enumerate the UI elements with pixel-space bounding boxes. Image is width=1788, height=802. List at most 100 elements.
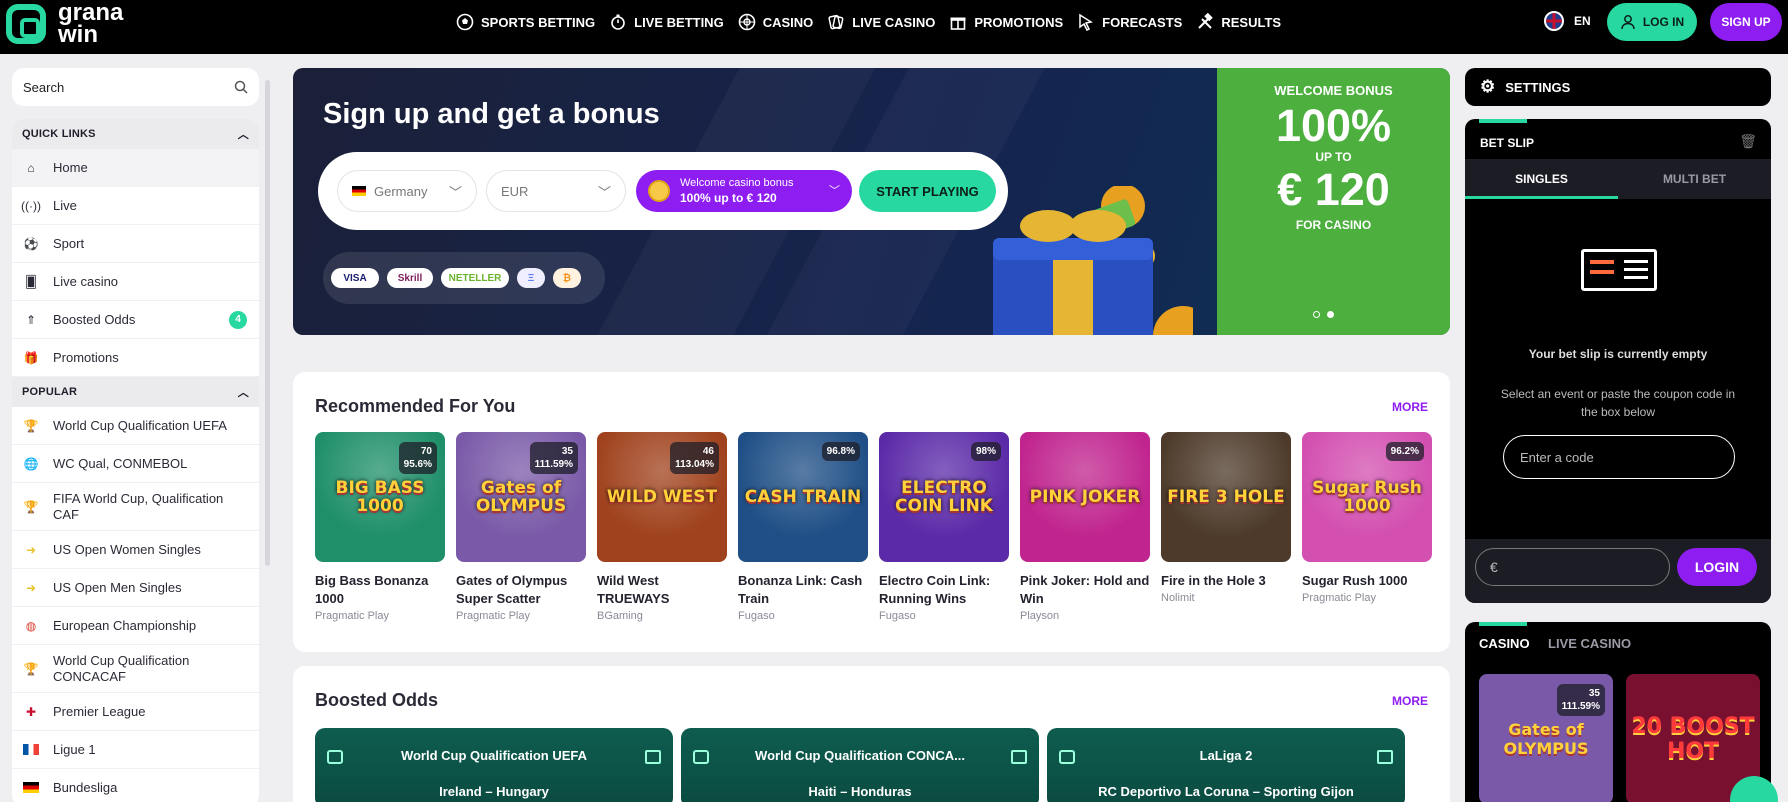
search-icon (234, 80, 248, 94)
logo-text-line2: win (58, 21, 98, 48)
bet-slip-hint: Select an event or paste the coupon code… (1500, 387, 1736, 419)
game-name[interactable]: Gates of Olympus Super Scatter (456, 572, 586, 608)
sidebar-item-sport[interactable]: ⚽ Sport (12, 225, 259, 263)
game-card[interactable]: 46 113.04% WILD WEST Wild West TRUEWAYS BGam… (597, 432, 727, 622)
sidebar-item-european-championship[interactable]: ◍ European Championship (12, 607, 259, 645)
sidebar-item-wcq-uefa[interactable]: 🏆 World Cup Qualification UEFA (12, 407, 259, 445)
game-thumbnail[interactable]: 96.2% Sugar Rush 1000 (1302, 432, 1432, 562)
trash-icon[interactable]: 🗑 (1739, 133, 1757, 150)
sidebar-item-home[interactable]: ⌂ Home (12, 149, 259, 187)
settings-button[interactable]: ⚙ SETTINGS (1465, 68, 1771, 106)
sidebar-item-label: FIFA World Cup, Qualification CAF (53, 490, 224, 522)
game-card[interactable]: 98% ELECTRO COIN LINK Electro Coin Link: R… (879, 432, 1009, 622)
game-name[interactable]: Fire in the Hole 3 (1161, 572, 1291, 590)
chevron-down-icon: ﹀ (829, 184, 840, 197)
game-card[interactable]: PINK JOKER Pink Joker: Hold and Win Playso… (1020, 432, 1150, 622)
carousel-dot-active[interactable] (1327, 311, 1334, 318)
game-thumbnail[interactable]: PINK JOKER (1020, 432, 1150, 562)
game-thumbnail[interactable]: 98% ELECTRO COIN LINK (879, 432, 1009, 562)
game-card[interactable]: 96.2% Sugar Rush 1000 Sugar Rush 1000 Pragm… (1302, 432, 1432, 622)
nav-live-casino[interactable]: LIVE CASINO (827, 13, 935, 31)
boosted-odds-card[interactable]: LaLiga 2 RC Deportivo La Coruna – Sporti… (1047, 728, 1405, 802)
welcome-bonus-panel[interactable]: WELCOME BONUS 100% UP TO € 120 FOR CASIN… (1217, 68, 1450, 335)
stake-amount-input[interactable]: € (1475, 548, 1670, 586)
sidebar-item-ligue-1[interactable]: Ligue 1 (12, 731, 259, 769)
game-card[interactable]: 35 111.59% Gates of OLYMPUS Gates of Olympu… (456, 432, 586, 622)
nav-label: CASINO (762, 14, 814, 30)
league-name: LaLiga 2 (1199, 748, 1253, 763)
sidebar-item-wc-conmebol[interactable]: 🌐 WC Qual, CONMEBOL (12, 445, 259, 483)
nav-promotions[interactable]: PROMOTIONS (949, 13, 1063, 31)
game-art-text: 20 BOOST HOT (1631, 714, 1755, 764)
boosted-odds-card[interactable]: World Cup Qualification CONCA... Haiti –… (681, 728, 1039, 802)
stats-icon[interactable] (1377, 750, 1393, 764)
signup-button[interactable]: SIGN UP (1710, 3, 1782, 41)
quick-links-header[interactable]: QUICK LINKS ︿ (12, 119, 259, 149)
nav-forecasts[interactable]: FORECASTS (1077, 13, 1182, 31)
game-name[interactable]: Big Bass Bonanza 1000 (315, 572, 445, 608)
sidebar-item-us-open-men[interactable]: ➜ US Open Men Singles (12, 569, 259, 607)
sidebar-item-wcq-concacaf[interactable]: 🏆 World Cup Qualification CONCACAF (12, 645, 259, 693)
tab-singles[interactable]: SINGLES (1465, 159, 1618, 199)
game-name[interactable]: Sugar Rush 1000 (1302, 572, 1432, 590)
sidebar-item-promotions[interactable]: 🎁 Promotions (12, 339, 259, 377)
rtp-value: 113.04% (675, 459, 714, 470)
game-card[interactable]: 96.8% CASH TRAIN Bonanza Link: Cash Train F… (738, 432, 868, 622)
casino-game-thumb[interactable]: 35 111.59% Gates of OLYMPUS (1479, 674, 1613, 802)
sidebar-item-us-open-women[interactable]: ➜ US Open Women Singles (12, 531, 259, 569)
gift-box-illustration (993, 186, 1193, 335)
game-card[interactable]: 70 95.6% BIG BASS 1000 Big Bass Bonanza 100… (315, 432, 445, 622)
sidebar-item-live-casino[interactable]: 🂠 Live casino (12, 263, 259, 301)
tab-multi-bet[interactable]: MULTI BET (1618, 159, 1771, 199)
stats-icon[interactable] (1011, 750, 1027, 764)
sidebar-item-premier-league[interactable]: ✚ Premier League (12, 693, 259, 731)
boosted-odds-section: Boosted Odds MORE World Cup Qualificatio… (293, 666, 1450, 802)
carousel-dot[interactable] (1313, 311, 1320, 318)
stats-icon[interactable] (645, 750, 661, 764)
bet-slip-tabs: SINGLES MULTI BET (1465, 159, 1771, 199)
game-name[interactable]: Electro Coin Link: Running Wins (879, 572, 1009, 608)
sidebar-item-fifa-caf[interactable]: 🏆 FIFA World Cup, Qualification CAF (12, 483, 259, 531)
more-link[interactable]: MORE (1392, 694, 1428, 708)
game-card[interactable]: FIRE 3 HOLE Fire in the Hole 3 Nolimit (1161, 432, 1291, 622)
bonus-select[interactable]: Welcome casino bonus 100% up to € 120 ﹀ (636, 170, 852, 212)
login-button[interactable]: LOG IN (1607, 3, 1697, 41)
nav-sports-betting[interactable]: SPORTS BETTING (456, 13, 595, 31)
game-provider: Nolimit (1161, 592, 1195, 604)
sidebar-item-boosted-odds[interactable]: ⇑ Boosted Odds 4 (12, 301, 259, 339)
nav-live-betting[interactable]: LIVE BETTING (609, 13, 724, 31)
game-name[interactable]: Pink Joker: Hold and Win (1020, 572, 1150, 608)
game-thumbnail[interactable]: 70 95.6% BIG BASS 1000 (315, 432, 445, 562)
sidebar-item-label: Live (53, 198, 77, 213)
tab-live-casino[interactable]: LIVE CASINO (1548, 636, 1631, 651)
bet-slip-login-button[interactable]: LOGIN (1677, 548, 1757, 586)
sidebar-item-live[interactable]: ((·)) Live (12, 187, 259, 225)
nav-results[interactable]: RESULTS (1196, 13, 1281, 31)
boosted-odds-card[interactable]: World Cup Qualification UEFA Ireland – H… (315, 728, 673, 802)
game-thumbnail[interactable]: 96.8% CASH TRAIN (738, 432, 868, 562)
match-name: Ireland – Hungary (439, 784, 549, 799)
popular-header[interactable]: POPULAR ︿ (12, 377, 259, 407)
currency-select[interactable]: EUR ﹀ (486, 170, 626, 212)
game-name[interactable]: Wild West TRUEWAYS (597, 572, 727, 608)
sidebar-scrollbar[interactable] (265, 80, 270, 566)
tab-casino[interactable]: CASINO (1479, 636, 1530, 651)
game-thumbnail[interactable]: 35 111.59% Gates of OLYMPUS (456, 432, 586, 562)
search-input[interactable]: Search (23, 80, 64, 95)
country-select[interactable]: Germany ﹀ (337, 170, 477, 212)
cursor-icon (1079, 13, 1094, 31)
search-box[interactable]: Search (12, 68, 259, 106)
sidebar-item-bundesliga[interactable]: Bundesliga (12, 769, 259, 802)
casino-widget-accent (1479, 622, 1527, 626)
logo[interactable]: grana win (6, 1, 123, 48)
more-link[interactable]: MORE (1392, 400, 1428, 414)
language-selector[interactable]: EN (1544, 11, 1591, 31)
nav-casino[interactable]: CASINO (738, 13, 814, 31)
login-label: LOG IN (1642, 15, 1685, 29)
game-name[interactable]: Bonanza Link: Cash Train (738, 572, 868, 608)
coupon-code-input[interactable]: Enter a code (1503, 435, 1735, 479)
game-thumbnail[interactable]: 46 113.04% WILD WEST (597, 432, 727, 562)
game-thumbnail[interactable]: FIRE 3 HOLE (1161, 432, 1291, 562)
rtp-badge: 35 111.59% (1556, 684, 1605, 716)
chevron-down-icon: ﹀ (597, 184, 611, 200)
